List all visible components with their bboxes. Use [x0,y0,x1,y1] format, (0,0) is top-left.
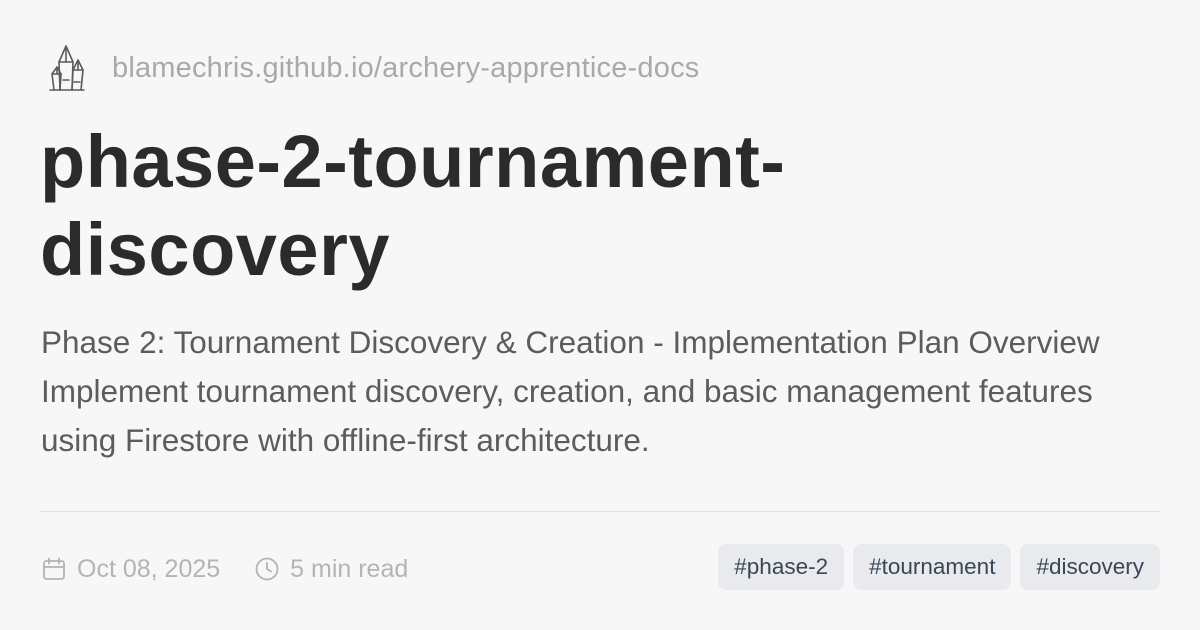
divider [40,511,1160,512]
read-time: 5 min read [290,554,409,583]
post-date: Oct 08, 2025 [77,554,221,583]
site-header: blamechris.github.io/archery-apprentice-… [46,40,699,96]
page-title: phase-2-tournament-discovery [40,120,786,291]
calendar-icon [43,557,65,580]
post-meta: Oct 08, 2025 5 min read [41,549,408,589]
tag-tournament[interactable]: #tournament [853,544,1012,590]
page-description: Phase 2: Tournament Discovery & Creation… [41,324,1100,458]
tag-discovery[interactable]: #discovery [1020,544,1160,590]
clock-icon [255,557,279,581]
site-url[interactable]: blamechris.github.io/archery-apprentice-… [112,52,699,85]
tag-list: #phase-2 #tournament #discovery [718,544,1160,590]
tag-phase-2[interactable]: #phase-2 [718,544,845,590]
crystal-cluster-icon [49,45,85,91]
